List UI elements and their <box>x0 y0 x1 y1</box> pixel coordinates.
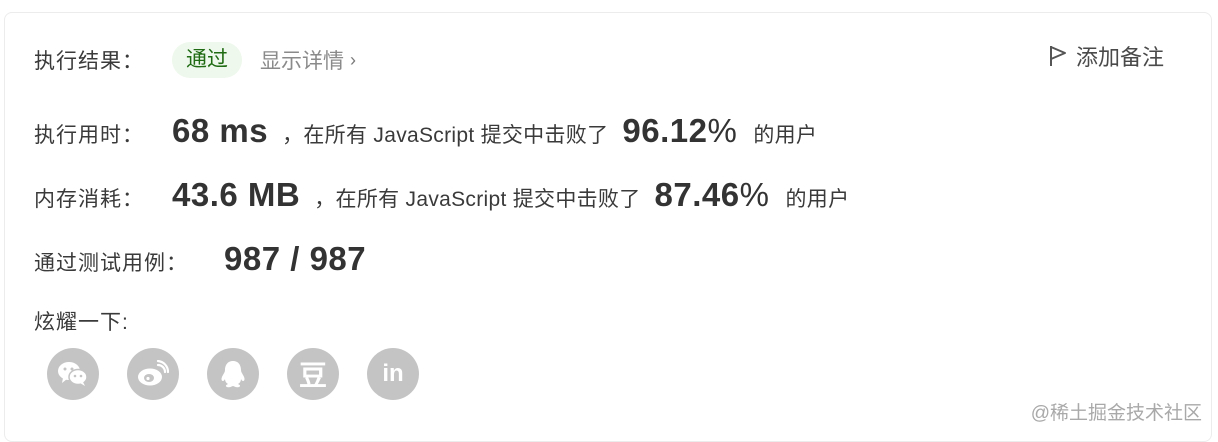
tests-row: 通过测试用例： 987 / 987 <box>34 240 366 278</box>
result-row: 执行结果： 通过 显示详情 › <box>34 42 356 79</box>
tests-value: 987 / 987 <box>224 240 367 277</box>
memory-value: 43.6 MB <box>172 176 301 213</box>
show-details-link[interactable]: 显示详情 › <box>260 45 356 75</box>
share-qq-button[interactable] <box>207 348 259 400</box>
runtime-percent: 96.12% <box>622 112 737 150</box>
runtime-value: 68 ms <box>172 112 269 149</box>
tests-label: 通过测试用例： <box>34 252 188 275</box>
result-label: 执行结果： <box>34 50 144 74</box>
wechat-icon <box>58 362 88 386</box>
runtime-beat-text: ，在所有 JavaScript 提交中击败了 <box>282 124 609 147</box>
memory-percent-number: 87.46 <box>654 176 740 213</box>
douban-icon: 豆 <box>298 359 327 392</box>
weibo-icon <box>138 360 169 386</box>
flag-icon <box>1049 46 1066 66</box>
memory-beat-text: ，在所有 JavaScript 提交中击败了 <box>314 188 641 211</box>
share-row-label: 炫耀一下: <box>34 306 129 336</box>
status-badge: 通过 <box>172 42 242 79</box>
qq-icon <box>221 361 245 388</box>
share-douban-button[interactable]: 豆 <box>287 348 339 400</box>
add-note-button[interactable]: 添加备注 <box>1048 40 1164 72</box>
memory-percent-sign: % <box>739 176 770 213</box>
memory-row: 内存消耗： 43.6 MB ，在所有 JavaScript 提交中击败了 87.… <box>34 176 849 214</box>
memory-percent: 87.46% <box>655 176 770 214</box>
runtime-label: 执行用时： <box>34 124 144 147</box>
add-note-label: 添加备注 <box>1075 45 1164 70</box>
runtime-percent-number: 96.12 <box>622 112 708 149</box>
share-label: 炫耀一下: <box>34 311 129 334</box>
chevron-right-icon: › <box>350 49 356 70</box>
share-weibo-button[interactable] <box>127 348 179 400</box>
share-linkedin-button[interactable]: in <box>367 348 419 400</box>
runtime-percent-sign: % <box>707 112 738 149</box>
share-buttons: 豆 in <box>47 348 419 400</box>
memory-suffix: 的用户 <box>785 188 850 211</box>
linkedin-icon: in <box>382 360 404 387</box>
share-wechat-button[interactable] <box>47 348 99 400</box>
runtime-row: 执行用时： 68 ms ，在所有 JavaScript 提交中击败了 96.12… <box>34 112 817 150</box>
memory-label: 内存消耗： <box>34 188 144 211</box>
show-details-label: 显示详情 <box>260 50 344 74</box>
runtime-suffix: 的用户 <box>753 124 818 147</box>
watermark: @稀土掘金技术社区 <box>1030 403 1202 424</box>
